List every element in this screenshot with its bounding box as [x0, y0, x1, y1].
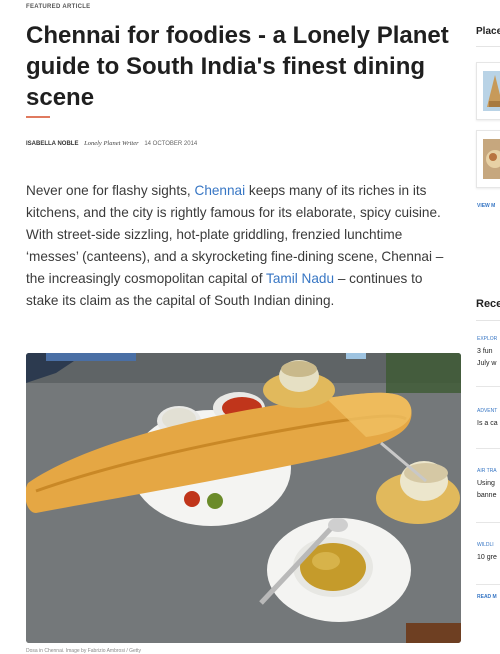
dosa-illustration — [26, 353, 461, 643]
article-eyebrow: FEATURED ARTICLE — [26, 4, 91, 10]
places-divider — [476, 46, 500, 47]
author-name[interactable]: ISABELLA NOBLE — [26, 141, 78, 147]
recent-item-title[interactable]: 3 fun — [477, 346, 493, 358]
article-title: Chennai for foodies - a Lonely Planet gu… — [26, 22, 449, 111]
recent-item-divider — [476, 584, 500, 585]
view-more-link[interactable]: VIEW M — [477, 203, 495, 209]
photo-caption: Dosa in Chennai. Image by Fabrizio Ambro… — [26, 648, 142, 654]
tamil-nadu-link[interactable]: Tamil Nadu — [266, 271, 334, 286]
author-role: Lonely Planet Writer — [84, 140, 139, 147]
recent-item-title[interactable]: 10 gre — [477, 552, 497, 564]
recent-item-divider — [476, 522, 500, 523]
recent-item-category[interactable]: AIR TRA — [477, 468, 497, 474]
recent-item-divider — [476, 386, 500, 387]
recent-item-category[interactable]: EXPLOR — [477, 336, 497, 342]
recent-item-divider — [476, 448, 500, 449]
publish-date: 14 OCTOBER 2014 — [144, 141, 198, 147]
chennai-link[interactable]: Chennai — [195, 183, 246, 198]
byline: ISABELLA NOBLE Lonely Planet Writer 14 O… — [26, 140, 197, 147]
recent-item-category[interactable]: ADVENT — [477, 408, 497, 414]
recent-item-title-line2[interactable]: July w — [477, 358, 496, 370]
title-divider — [26, 116, 50, 118]
recent-heading: Rece — [476, 298, 500, 310]
place-card-temple[interactable] — [476, 62, 500, 120]
recent-item-title[interactable]: Using — [477, 478, 495, 490]
place-card-food[interactable] — [476, 130, 500, 188]
places-heading: Place — [476, 26, 500, 37]
recent-item-title-line2[interactable]: banne — [477, 490, 496, 502]
read-more-link[interactable]: READ M — [477, 594, 497, 600]
article-intro: Never one for flashy sights, Chennai kee… — [26, 180, 456, 312]
recent-divider — [476, 320, 500, 321]
intro-text-1: Never one for flashy sights, — [26, 183, 195, 198]
recent-item-category[interactable]: WILDLI — [477, 542, 494, 548]
hero-photo-dosa — [26, 353, 461, 643]
food-thumbnail — [483, 139, 500, 179]
recent-item-title[interactable]: Is a ca — [477, 418, 498, 430]
temple-thumbnail — [483, 71, 500, 111]
